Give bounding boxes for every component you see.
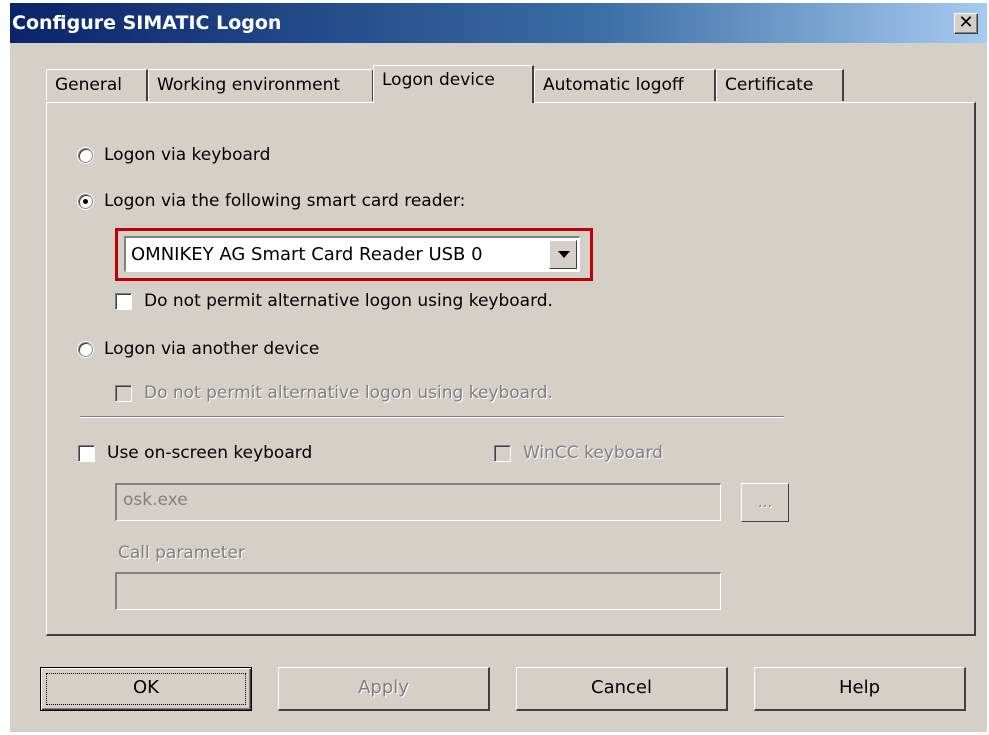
checkbox-use-onscreen-keyboard[interactable]: Use on-screen keyboard	[78, 443, 312, 463]
checkbox-smart-card-no-keyboard[interactable]: Do not permit alternative logon using ke…	[115, 291, 553, 311]
radio-dot-icon	[83, 198, 88, 204]
radio-button-selected[interactable]	[78, 193, 93, 209]
radio-logon-smart-card[interactable]: Logon via the following smart card reade…	[78, 191, 465, 211]
dropdown-button[interactable]	[549, 240, 577, 269]
checkbox[interactable]	[115, 292, 132, 310]
call-parameter-field[interactable]	[115, 572, 721, 610]
checkbox-wincc-keyboard[interactable]: WinCC keyboard	[494, 443, 663, 463]
checkbox[interactable]	[78, 444, 95, 462]
checkbox-label: WinCC keyboard	[523, 443, 663, 463]
checkbox-label: Do not permit alternative logon using ke…	[144, 291, 553, 311]
browse-button[interactable]: ...	[741, 483, 789, 522]
checkbox-label: Use on-screen keyboard	[107, 443, 313, 463]
checkbox-another-device-no-keyboard[interactable]: Do not permit alternative logon using ke…	[115, 383, 553, 403]
radio-logon-keyboard[interactable]: Logon via keyboard	[78, 145, 270, 165]
radio-logon-another-device[interactable]: Logon via another device	[78, 339, 319, 359]
radio-button[interactable]	[78, 147, 93, 163]
configure-simatic-logon-dialog: Configure SIMATIC Logon ✕ General Workin…	[10, 3, 987, 732]
checkbox-label: Do not permit alternative logon using ke…	[144, 383, 553, 403]
chevron-down-icon	[558, 251, 570, 258]
ellipsis-icon: ...	[757, 493, 773, 511]
separator-line	[80, 416, 784, 418]
radio-label: Logon via keyboard	[104, 145, 271, 165]
smart-card-reader-select[interactable]: OMNIKEY AG Smart Card Reader USB 0	[124, 236, 580, 272]
program-field-value: osk.exe	[123, 490, 188, 510]
radio-label: Logon via the following smart card reade…	[104, 191, 466, 211]
radio-label: Logon via another device	[104, 339, 320, 359]
smart-card-reader-value: OMNIKEY AG Smart Card Reader USB 0	[131, 244, 483, 265]
radio-button[interactable]	[78, 341, 93, 357]
onscreen-keyboard-program-field[interactable]: osk.exe	[115, 483, 721, 521]
checkbox-disabled[interactable]	[494, 444, 511, 462]
panel-content: Logon via keyboard Logon via the followi…	[10, 3, 987, 732]
call-parameter-label: Call parameter	[118, 543, 245, 563]
checkbox-disabled[interactable]	[115, 384, 132, 402]
